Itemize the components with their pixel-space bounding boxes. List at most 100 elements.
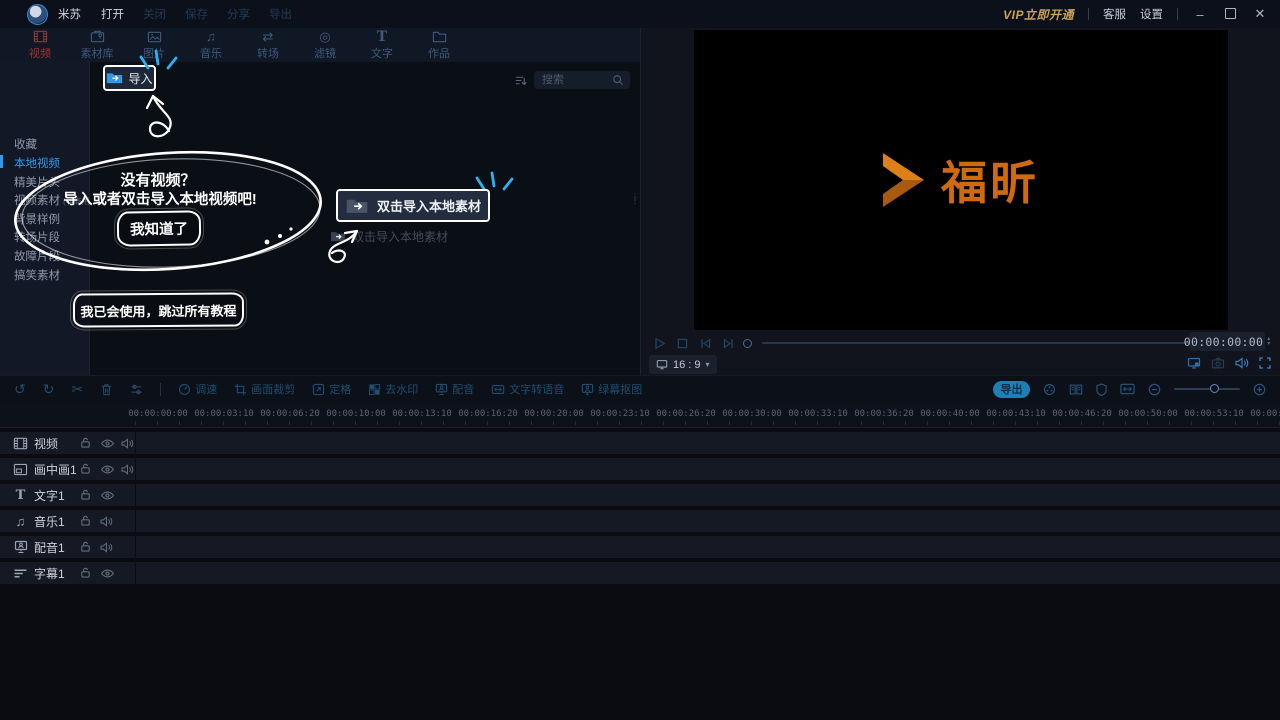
sidebar-item-background-samples[interactable]: 背景样例: [14, 211, 60, 227]
film-icon: [33, 29, 48, 44]
tab-works[interactable]: 作品: [415, 29, 463, 61]
film-reel-icon[interactable]: [1043, 383, 1056, 396]
lock-icon[interactable]: [80, 436, 91, 449]
aspect-ratio-dropdown[interactable]: 16 : 9 ▾: [649, 355, 717, 374]
tab-picture[interactable]: 图片: [130, 29, 178, 61]
sidebar-item-funny-material[interactable]: 搞笑素材: [14, 267, 60, 283]
next-frame-icon[interactable]: [722, 337, 735, 350]
lock-icon[interactable]: [80, 488, 91, 501]
redo-icon[interactable]: ↻: [43, 382, 55, 396]
delete-trash-icon[interactable]: [100, 383, 113, 396]
snapshot-camera-icon[interactable]: [1211, 357, 1225, 369]
tab-music[interactable]: ♫ 音乐: [187, 29, 235, 61]
tab-filter[interactable]: ◎ 滤镜: [301, 29, 349, 61]
visibility-eye-icon[interactable]: [100, 568, 115, 579]
track-subtitle[interactable]: 字幕1: [0, 562, 1280, 584]
storyboard-icon[interactable]: [1069, 383, 1083, 396]
tool-speed[interactable]: 调速: [178, 381, 217, 397]
tutorial-ok-button[interactable]: 我知道了: [117, 210, 202, 246]
fullscreen-icon[interactable]: [1259, 357, 1271, 369]
seek-bar[interactable]: [762, 342, 1197, 344]
tab-text[interactable]: T 文字: [358, 29, 406, 61]
play-icon[interactable]: [653, 337, 666, 350]
maximize-button[interactable]: [1222, 7, 1238, 22]
search-icon[interactable]: [612, 74, 624, 86]
freeze-frame-icon: [312, 383, 325, 396]
undo-icon[interactable]: ↺: [14, 382, 26, 396]
user-avatar[interactable]: [27, 4, 48, 25]
sidebar-item-favorites[interactable]: 收藏: [14, 136, 37, 152]
tab-transition[interactable]: ⇄ 转场: [244, 29, 292, 61]
divider: [160, 383, 161, 396]
vertical-splitter-handle[interactable]: ⋮⋮: [631, 195, 639, 203]
timecode-value[interactable]: 00:00:00:00: [1184, 335, 1263, 349]
sort-icon[interactable]: [514, 74, 527, 87]
divider: [1088, 8, 1089, 20]
tool-crop[interactable]: 画面裁剪: [234, 381, 295, 397]
vip-upgrade-button[interactable]: VIP立即开通: [1003, 6, 1074, 23]
zoom-in-icon[interactable]: [1253, 383, 1266, 396]
ruler-label: 00:00:46:20: [1052, 409, 1112, 419]
visibility-eye-icon[interactable]: [100, 490, 115, 501]
shield-icon[interactable]: [1096, 383, 1107, 396]
lock-icon[interactable]: [80, 566, 91, 579]
track-video[interactable]: 视频: [0, 432, 1280, 454]
track-pip[interactable]: 画中画1: [0, 458, 1280, 480]
tool-text-to-speech[interactable]: 文字转语音: [491, 381, 564, 397]
tool-dubbing[interactable]: 配音: [435, 381, 474, 397]
visibility-eye-icon[interactable]: [100, 438, 115, 449]
adjust-icon[interactable]: [130, 383, 143, 396]
zoom-slider-handle[interactable]: [1210, 384, 1219, 393]
stop-icon[interactable]: [676, 337, 689, 350]
video-viewport: 福昕: [694, 30, 1228, 330]
settings-button[interactable]: 设置: [1140, 6, 1163, 22]
title-bar: 米苏 打开 关闭 保存 分享 导出 VIP立即开通 客服 设置 – ✕: [0, 0, 1280, 28]
dubbing-mic-icon: [12, 540, 29, 554]
search-input[interactable]: [540, 73, 608, 87]
double-click-import-button[interactable]: 双击导入本地素材: [336, 189, 490, 222]
track-dubbing[interactable]: 配音1: [0, 536, 1280, 558]
tool-freeze-frame[interactable]: 定格: [312, 381, 351, 397]
seek-handle[interactable]: [743, 339, 752, 348]
import-button[interactable]: 导入: [103, 65, 156, 91]
lock-icon[interactable]: [80, 514, 91, 527]
mute-speaker-icon[interactable]: [100, 516, 113, 527]
mute-speaker-icon[interactable]: [121, 464, 134, 475]
previous-frame-icon[interactable]: [699, 337, 712, 350]
track-music[interactable]: ♫ 音乐1: [0, 510, 1280, 532]
search-box: [534, 71, 630, 89]
lock-icon[interactable]: [80, 462, 91, 475]
zoom-out-icon[interactable]: [1148, 383, 1161, 396]
timeline-ruler[interactable]: 00:00:00:00 00:00:03:10 00:00:06:20 00:0…: [0, 402, 1280, 428]
export-button[interactable]: 导出: [993, 381, 1030, 398]
visibility-eye-icon[interactable]: [100, 464, 115, 475]
lock-icon[interactable]: [80, 540, 91, 553]
music-note-icon: ♫: [206, 29, 216, 44]
adapt-screen-icon[interactable]: [1187, 357, 1201, 369]
track-text[interactable]: T 文字1: [0, 484, 1280, 506]
dubbing-mic-icon: [435, 383, 448, 396]
menu-open[interactable]: 打开: [101, 6, 124, 22]
tab-material-library[interactable]: 素材库: [73, 29, 121, 61]
ruler-label: 00:00:00:00: [128, 409, 188, 419]
minimize-button[interactable]: –: [1192, 7, 1208, 22]
volume-icon[interactable]: [1235, 357, 1249, 369]
cut-scissors-icon[interactable]: ✂: [71, 382, 83, 396]
tutorial-skip-button[interactable]: 我已会使用，跳过所有教程: [73, 292, 244, 327]
timeline-zoom-slider[interactable]: [1174, 388, 1240, 390]
tool-green-screen[interactable]: 绿幕抠图: [581, 381, 642, 397]
empty-library-hint[interactable]: 双击导入本地素材: [330, 228, 448, 245]
mute-speaker-icon[interactable]: [121, 438, 134, 449]
menu-save: 保存: [185, 6, 208, 22]
fit-timeline-icon[interactable]: [1120, 383, 1135, 395]
timecode-stepper[interactable]: ▴▾: [1267, 337, 1270, 347]
sidebar-item-transition-clips[interactable]: 转场片段: [14, 229, 60, 245]
works-folder-icon: [432, 29, 447, 44]
sidebar-item-glitch-clips[interactable]: 故障片段: [14, 248, 60, 264]
tool-remove-watermark[interactable]: 去水印: [368, 381, 418, 397]
close-button[interactable]: ✕: [1252, 6, 1268, 22]
support-button[interactable]: 客服: [1103, 6, 1126, 22]
mute-speaker-icon[interactable]: [100, 542, 113, 553]
timeline-tracks: 视频 画中画1 T 文字1 ♫ 音乐1 配音1: [0, 428, 1280, 720]
tab-video[interactable]: 视频: [16, 29, 64, 61]
